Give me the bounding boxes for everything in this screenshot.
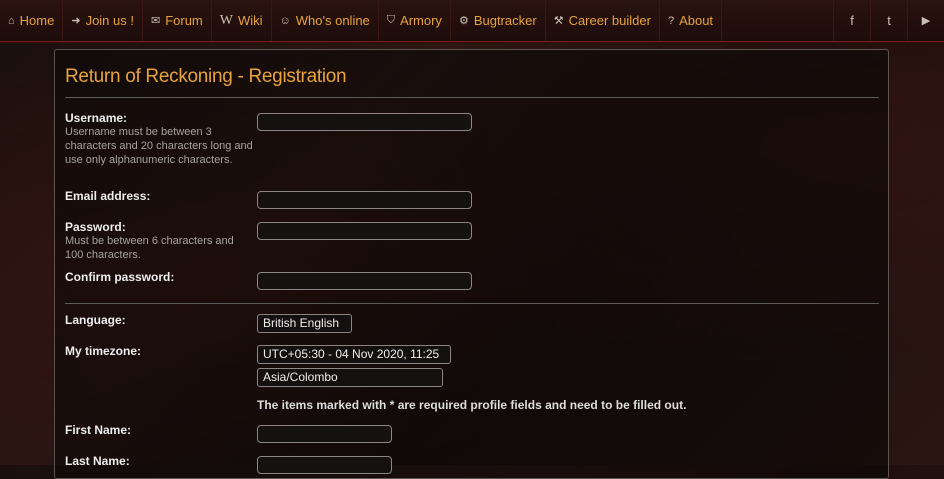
required-fields-note: The items marked with * are required pro… [257,398,687,412]
username-help: Username must be between 3 characters an… [65,126,253,166]
cog-icon: ⚙ [458,15,469,27]
email-input[interactable] [257,191,472,209]
wikipedia-icon: W [219,12,233,28]
username-input[interactable] [257,113,472,131]
nav-bugtracker-label: Bugtracker [473,13,537,28]
username-label: Username: [65,111,128,125]
nav-forum-label: Forum [165,13,203,28]
confirm-password-input[interactable] [257,272,472,290]
nav-whos-online[interactable]: ☺ Who's online [272,0,379,41]
nav-home[interactable]: ⌂ Home [0,0,64,41]
facebook-icon: f [850,13,854,28]
password-input[interactable] [257,222,472,240]
title-divider [65,97,879,98]
page-title: Return of Reckoning - Registration [65,66,347,87]
question-icon: ? [667,14,675,27]
timezone-label: My timezone: [65,344,142,358]
nav-join-us-label: Join us ! [85,13,134,28]
top-navigation: ⌂ Home ➜ Join us ! ✉ Forum W Wiki ☺ Who'… [0,0,944,42]
timezone-select[interactable]: UTC+05:30 - 04 Nov 2020, 11:25 [257,345,451,364]
nav-wiki-label: Wiki [237,13,263,28]
nav-about-label: About [679,13,714,28]
users-icon: ☺ [279,14,291,27]
nav-home-label: Home [19,13,55,28]
nav-about[interactable]: ? About [660,0,723,41]
password-help: Must be between 6 characters and 100 cha… [65,235,234,261]
twitter-link[interactable]: t [870,0,907,41]
nav-armory-label: Armory [400,13,442,28]
timezone-zone-select[interactable]: Asia/Colombo [257,368,443,387]
shield-icon: ⛉ [386,14,396,26]
registration-panel: Return of Reckoning - Registration Usern… [54,49,889,479]
password-label: Password: [65,220,126,234]
nav-armory[interactable]: ⛉ Armory [379,0,451,41]
email-label: Email address: [65,189,151,203]
nav-wiki[interactable]: W Wiki [212,0,272,41]
section-divider [65,303,879,304]
comments-icon: ✉ [150,15,161,27]
gavel-icon: ⚒ [553,15,564,27]
youtube-link[interactable]: ▶ [907,0,944,41]
twitter-icon: t [887,13,891,28]
confirm-password-label: Confirm password: [65,270,175,284]
youtube-icon: ▶ [921,15,931,27]
nav-forum[interactable]: ✉ Forum [143,0,212,41]
nav-bugtracker[interactable]: ⚙ Bugtracker [451,0,546,41]
language-select[interactable]: British English [257,314,352,333]
first-name-label: First Name: [65,423,132,437]
nav-career-builder-label: Career builder [568,13,651,28]
facebook-link[interactable]: f [833,0,870,41]
language-label: Language: [65,313,126,327]
nav-whos-online-label: Who's online [295,13,370,28]
sign-in-icon: ➜ [71,15,81,27]
home-icon: ⌂ [8,14,15,27]
nav-join-us[interactable]: ➜ Join us ! [63,0,143,41]
first-name-input[interactable] [257,425,392,443]
nav-career-builder[interactable]: ⚒ Career builder [546,0,660,41]
last-name-input[interactable] [257,456,392,474]
last-name-label: Last Name: [65,454,130,468]
